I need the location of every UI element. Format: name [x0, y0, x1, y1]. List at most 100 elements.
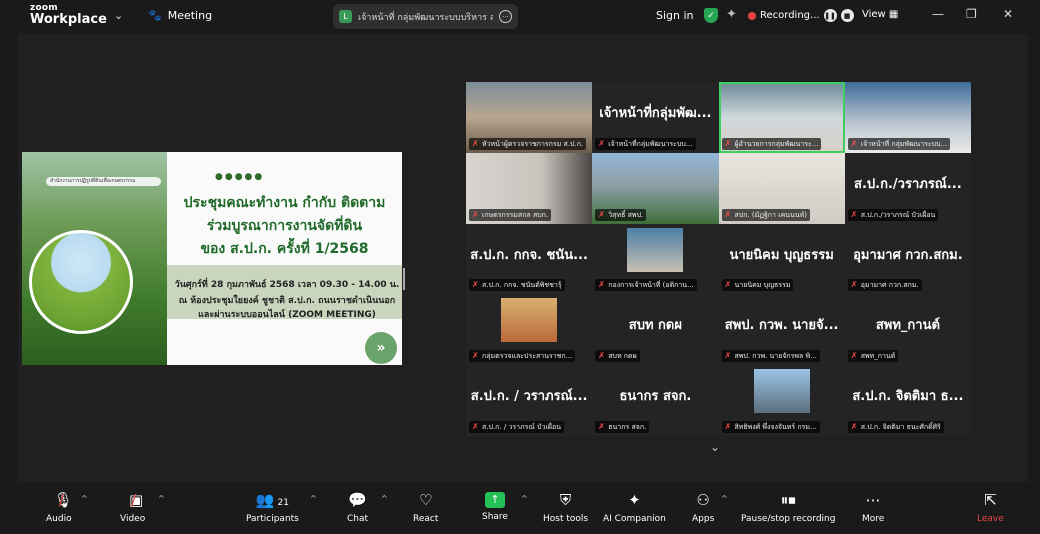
participant-bigname: นายนิคม บุญธรรม: [729, 247, 834, 263]
participant-tile[interactable]: สพท_กานต์ ✗ สพท_กานต์: [844, 294, 971, 366]
slide-dots: ●●●●●: [215, 172, 265, 182]
leave-label: Leave: [977, 514, 1004, 524]
ai-companion-label: AI Companion: [603, 514, 666, 524]
split-view-handle[interactable]: [403, 268, 405, 290]
participant-tile[interactable]: ส.ป.ก./วราภรณ์... ✗ ส.ป.ก./วราภรณ์ บัวเผื่…: [844, 152, 971, 224]
participant-name: ✗ สพป. กวพ. นายจักรพล พิ...: [721, 350, 820, 363]
slide-date-line3: และผ่านระบบออนไลน์ (ZOOM MEETING): [198, 310, 376, 320]
participant-label: เจ้าหน้าที่กลุ่มพัฒนาระบบ...: [608, 139, 693, 148]
participant-tile[interactable]: สพป. กวพ. นายจั... ✗ สพป. กวพ. นายจักรพล พ…: [718, 294, 845, 366]
shared-screen[interactable]: สำนักงานการปฏิรูปที่ดินเพื่อเกษตรกรรม ●●…: [22, 152, 402, 365]
chevron-down-icon[interactable]: ⌄: [710, 440, 720, 454]
participant-tile[interactable]: ✗ เจ้าหน้าที่ กลุ่มพัฒนาระบบ...: [844, 82, 971, 153]
more-button[interactable]: ⋯ More: [862, 490, 884, 524]
share-options-caret-icon[interactable]: ^: [521, 494, 528, 503]
participant-tile[interactable]: ✗ เกษตรกรรมสกล สบก.: [466, 152, 593, 224]
mic-muted-icon: ✗: [472, 138, 479, 148]
participant-name: ✗ สพท_กานต์: [847, 350, 899, 363]
more-icon: ⋯: [865, 491, 881, 509]
restore-icon[interactable]: ❐: [966, 7, 977, 21]
participant-name: ✗ ส.ป.ก. กกจ. ชนันต์พิชชารุ้: [469, 279, 565, 292]
sign-in-link[interactable]: Sign in: [656, 9, 694, 22]
participant-tile[interactable]: เจ้าหน้าที่กลุ่มพัฒ... ✗ เจ้าหน้าที่กลุ่มพ…: [592, 82, 719, 153]
chat-label: Chat: [347, 514, 369, 524]
chevron-down-icon[interactable]: ⌄: [114, 9, 123, 22]
audio-button[interactable]: 🎙/ Audio: [46, 490, 73, 524]
react-button[interactable]: ♡ React: [413, 490, 438, 524]
zoom-logo: zoom Workplace: [30, 4, 107, 27]
participant-name: ✗ ส.ป.ก. จิตติมา ธนะศักดิ์ศิริ: [847, 420, 944, 433]
participants-button[interactable]: 👥 21 Participants: [246, 490, 299, 524]
host-tools-button[interactable]: ⛨ Host tools: [543, 490, 588, 524]
recording-label: Recording...: [760, 10, 820, 21]
ai-companion-button[interactable]: ✦ AI Companion: [603, 490, 666, 524]
participant-label: สบท กดผ: [608, 352, 637, 361]
participant-label: อุมามาศ กวก.สกม.: [860, 281, 919, 290]
participant-tile[interactable]: ✗ กองการเจ้าหน้าที่ (อติกาน...: [592, 223, 719, 295]
participant-label: เจ้าหน้าที่ กลุ่มพัฒนาระบบ...: [860, 139, 948, 148]
participant-name: ✗ หัวหน้าผู้ตรวจราชการกรม ส.ป.ก.: [469, 137, 587, 150]
mic-muted-icon: ✗: [472, 280, 479, 290]
sparkle-icon[interactable]: ✦: [726, 7, 737, 22]
chat-options-caret-icon[interactable]: ^: [381, 494, 388, 503]
mic-muted-icon: ✗: [724, 138, 732, 148]
participant-label: สพท_กานต์: [860, 352, 896, 361]
stop-icon[interactable]: ■: [840, 9, 854, 22]
meeting-title-pill[interactable]: L เจ้าหน้าที่ กลุ่มพัฒนาระบบบริหาร ส.ป.ก…: [333, 4, 518, 29]
participant-name: ✗ ผู้อำนวยการกลุ่มพัฒนาระ...: [721, 137, 822, 150]
participant-tile[interactable]: ✗ หัวหน้าผู้ตรวจราชการกรม ส.ป.ก.: [466, 82, 593, 153]
participant-tile[interactable]: อุมามาศ กวก.สกม. ✗ อุมามาศ กวก.สกม.: [844, 223, 971, 295]
chat-button[interactable]: 💬 Chat: [347, 490, 368, 524]
participant-tile[interactable]: ส.ป.ก. จิตติมา ธ... ✗ ส.ป.ก. จิตติมา ธนะศั…: [844, 365, 971, 436]
participants-options-caret-icon[interactable]: ^: [310, 494, 317, 503]
share-label: Share: [482, 512, 508, 522]
participant-label: เกษตรกรรมสกล สบก.: [482, 210, 549, 219]
participant-avatar: [753, 369, 810, 414]
participant-label: สปก. (มัฏฐิกา เคนนนท์): [734, 210, 807, 219]
share-button[interactable]: ↑ Share: [482, 490, 508, 522]
participant-tile[interactable]: ✗ สิทธิพงศ์ พึ่งจงจันทร์ กรม...: [718, 365, 845, 436]
participant-bigname: ธนากร สจก.: [619, 389, 692, 405]
close-icon[interactable]: ✕: [1003, 7, 1013, 21]
minimize-icon[interactable]: —: [932, 7, 944, 21]
more-icon[interactable]: ···: [499, 10, 512, 23]
slide-title-line3: ของ ส.ป.ก. ครั้งที่ 1/2568: [200, 241, 369, 257]
mic-muted-icon: ✗: [850, 209, 858, 219]
mic-muted-icon: ✗: [850, 351, 858, 361]
shield-check-icon[interactable]: ✓: [704, 8, 718, 23]
share-screen-icon: ↑: [484, 492, 505, 508]
meeting-title: เจ้าหน้าที่ กลุ่มพัฒนาระบบบริหาร ส.ป.ก.: [358, 12, 493, 23]
participant-tile[interactable]: ✗ กลุ่มตรวจและประสานราชก...: [466, 294, 593, 366]
view-button[interactable]: View ▦: [862, 9, 898, 20]
apps-options-caret-icon[interactable]: ^: [721, 494, 728, 503]
slide-org-tag: สำนักงานการปฏิรูปที่ดินเพื่อเกษตรกรรม: [46, 177, 161, 186]
participant-label: สพป. กวพ. นายจักรพล พิ...: [734, 352, 817, 361]
participant-tile[interactable]: นายนิคม บุญธรรม ✗ นายนิคม บุญธรรม: [718, 223, 845, 295]
participant-avatar: [501, 298, 558, 343]
pause-icon[interactable]: ❚❚: [823, 9, 837, 22]
mic-muted-icon: ✗: [472, 351, 479, 361]
brand-bottom: Workplace: [30, 12, 107, 27]
slide-circle-image: [29, 230, 133, 334]
participant-bigname: ส.ป.ก. กกจ. ชนัน...: [470, 247, 588, 263]
participant-label: ส.ป.ก. กกจ. ชนันต์พิชชารุ้: [482, 281, 562, 290]
mic-muted-icon: ✗: [724, 209, 732, 219]
audio-options-caret-icon[interactable]: ^: [81, 494, 88, 503]
video-options-caret-icon[interactable]: ^: [158, 494, 165, 503]
video-button[interactable]: ▣/ Video: [120, 490, 145, 524]
meeting-button[interactable]: 🐾 Meeting: [148, 9, 212, 22]
participant-tile[interactable]: ✗ สปก. (มัฏฐิกา เคนนนท์): [718, 152, 845, 224]
participant-name: ✗ นายนิคม บุญธรรม: [721, 279, 794, 292]
participant-tile[interactable]: สบท กดผ ✗ สบท กดผ: [592, 294, 719, 366]
participant-tile-active-speaker[interactable]: ✗ ผู้อำนวยการกลุ่มพัฒนาระ...: [718, 82, 845, 153]
participant-tile[interactable]: ธนากร สจก. ✗ ธนากร สจก.: [592, 365, 719, 436]
participant-tile[interactable]: ส.ป.ก. / วราภรณ์... ✗ ส.ป.ก. / วราภรณ์ บัว…: [466, 365, 593, 436]
participant-tile[interactable]: ✗ วิสุทธิ์ สพป.: [592, 152, 719, 224]
apps-button[interactable]: ⚇ Apps: [692, 490, 714, 524]
pause-stop-recording-button[interactable]: ⏸⏹ Pause/stop recording: [741, 490, 835, 524]
mic-muted-icon: ✗: [850, 280, 858, 290]
leave-button[interactable]: ⇱ Leave: [977, 490, 1004, 524]
participant-avatar: [627, 227, 684, 272]
mic-muted-icon: ✗: [598, 351, 605, 361]
participant-tile[interactable]: ส.ป.ก. กกจ. ชนัน... ✗ ส.ป.ก. กกจ. ชนันต์พิ…: [466, 223, 593, 295]
